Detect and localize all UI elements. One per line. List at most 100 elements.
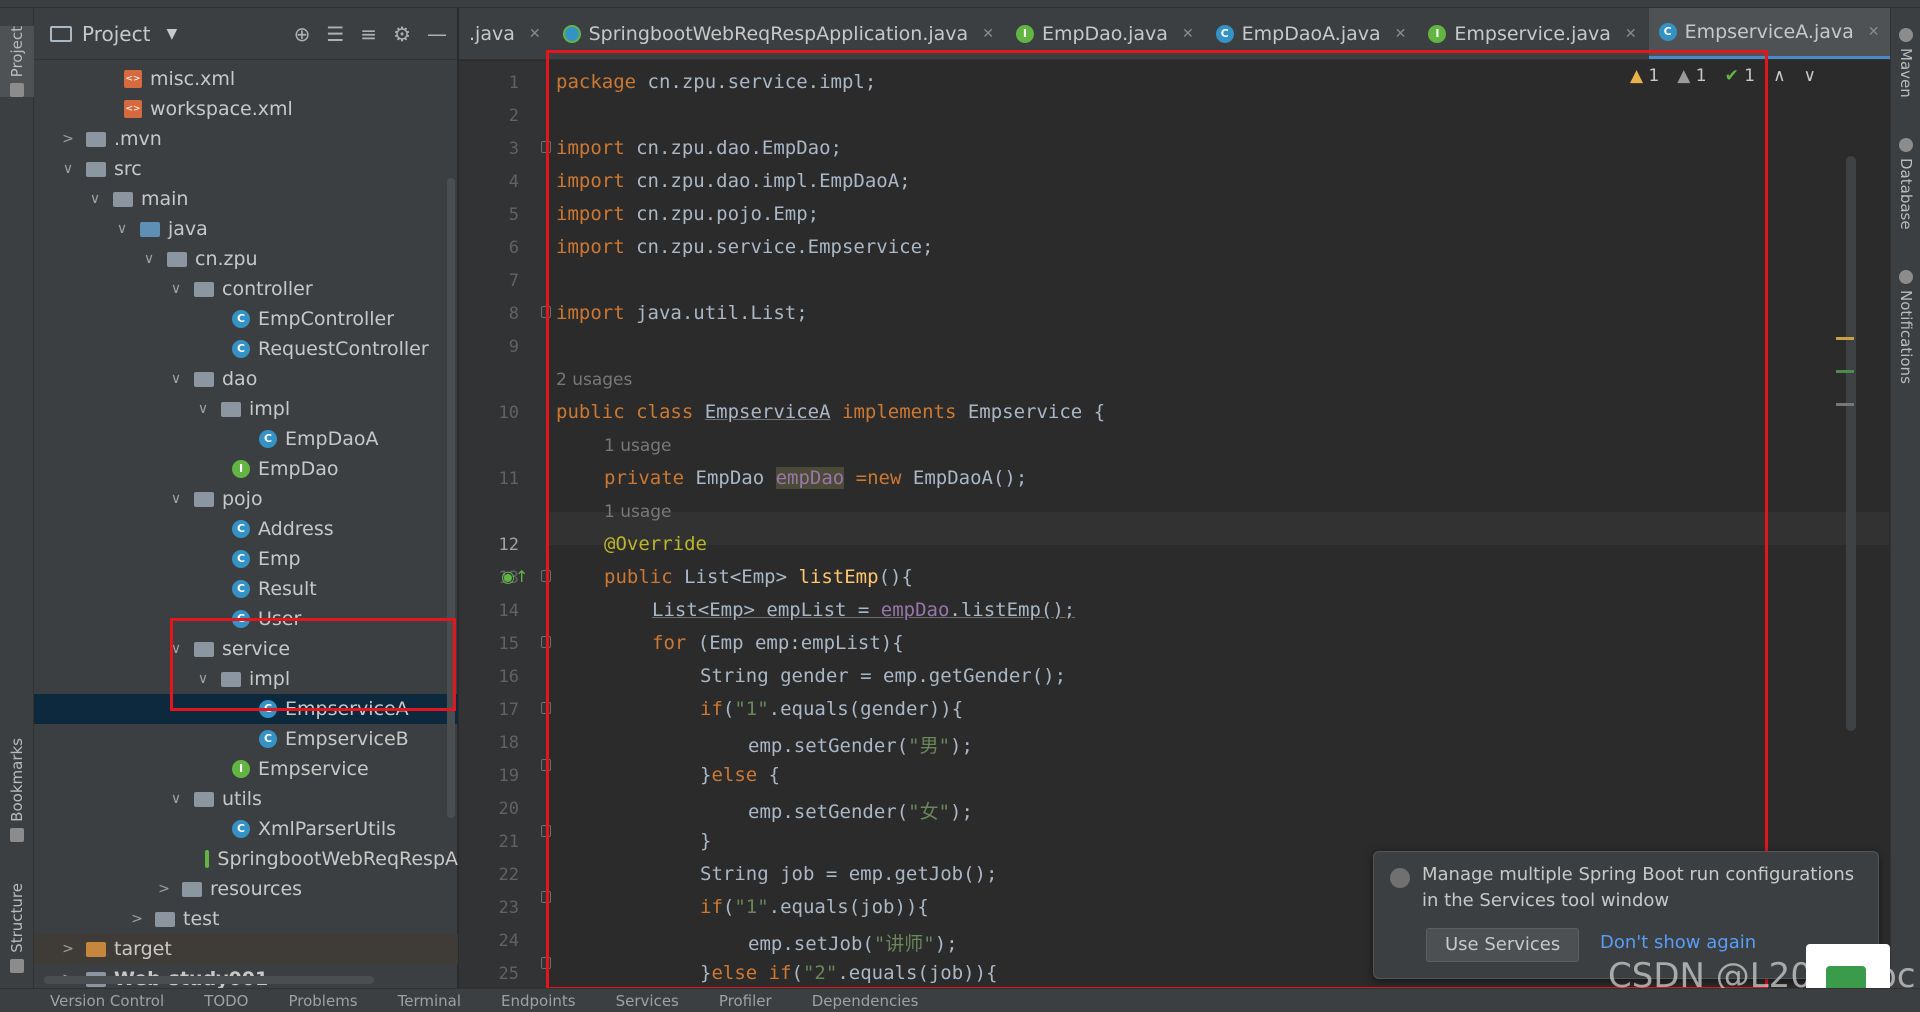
dont-show-again-link[interactable]: Don't show again (1600, 932, 1756, 953)
tree-item-address[interactable]: C Address (34, 514, 458, 544)
tree-item-target[interactable]: > target (34, 934, 458, 964)
tree-item-springboot-application[interactable]: SpringbootWebReqRespA (34, 844, 458, 874)
chevron-right-icon[interactable]: > (58, 941, 78, 957)
collapse-all-icon[interactable]: ≡ (360, 22, 377, 46)
close-icon[interactable]: ✕ (529, 26, 541, 42)
locate-file-icon[interactable]: ⊕ (294, 22, 311, 46)
fold-icon[interactable] (541, 702, 551, 714)
tree-item-dao-impl[interactable]: ∨ impl (34, 394, 458, 424)
tree-item-empserviceb[interactable]: C EmpserviceB (34, 724, 458, 754)
chevron-down-icon[interactable]: ∨ (193, 671, 213, 687)
tree-item-dao[interactable]: ∨ dao (34, 364, 458, 394)
chevron-down-icon[interactable]: ∨ (193, 401, 213, 417)
chevron-down-icon[interactable]: ∨ (139, 251, 159, 267)
close-icon[interactable]: ✕ (982, 26, 994, 42)
chevron-down-icon[interactable]: ∨ (58, 161, 78, 177)
tree-item-service[interactable]: ∨ service (34, 634, 458, 664)
tree-item-cn-zpu[interactable]: ∨ cn.zpu (34, 244, 458, 274)
tab-springboot-application[interactable]: SpringbootWebReqRespApplication.java ✕ (553, 8, 1006, 59)
chevron-down-icon[interactable]: ∨ (166, 491, 186, 507)
tree-item-empcontroller[interactable]: C EmpController (34, 304, 458, 334)
database-tool-tab[interactable]: Database (1891, 138, 1920, 230)
tree-item-result[interactable]: C Result (34, 574, 458, 604)
chevron-right-icon[interactable]: > (127, 911, 147, 927)
tab-partial-java[interactable]: .java ✕ (459, 8, 553, 59)
services-tab[interactable]: Services (616, 992, 679, 1010)
fold-icon[interactable] (541, 825, 551, 837)
todo-tab[interactable]: TODO (204, 992, 248, 1010)
chevron-down-icon[interactable]: ∨ (85, 191, 105, 207)
chevron-right-icon[interactable]: > (58, 131, 78, 147)
fold-icon[interactable] (541, 759, 551, 771)
previous-highlight-icon[interactable]: ∧ (1773, 66, 1785, 86)
expand-all-icon[interactable]: ☰ (326, 22, 344, 46)
usages-hint[interactable]: 2 usages (556, 370, 632, 390)
usages-hint[interactable]: 1 usage (604, 436, 672, 456)
error-stripe-mark[interactable] (1836, 337, 1854, 340)
gear-icon[interactable]: ⚙ (393, 22, 411, 46)
tree-item-java[interactable]: ∨ java (34, 214, 458, 244)
chevron-down-icon[interactable]: ∨ (166, 371, 186, 387)
tree-item-emp[interactable]: C Emp (34, 544, 458, 574)
tree-item-empservicea[interactable]: C EmpserviceA (34, 694, 458, 724)
version-control-tab[interactable]: Version Control (50, 992, 164, 1010)
code-editor[interactable]: 1 2 3 4 5 6 7 8 9 10 11 12 13 14 15 16 1… (459, 61, 1890, 988)
error-stripe-mark[interactable] (1836, 370, 1854, 373)
maven-tool-tab[interactable]: Maven (1891, 28, 1920, 98)
tree-horizontal-scrollbar[interactable] (44, 976, 374, 984)
tree-item-user[interactable]: C User (34, 604, 458, 634)
tree-item-mvn[interactable]: > .mvn (34, 124, 458, 154)
profiler-tab[interactable]: Profiler (719, 992, 772, 1010)
chevron-down-icon[interactable]: ∨ (112, 221, 132, 237)
tree-item-empdao[interactable]: I EmpDao (34, 454, 458, 484)
tab-empservicea[interactable]: C EmpserviceA.java ✕ (1648, 8, 1892, 59)
fold-icon[interactable] (541, 570, 551, 582)
hide-panel-icon[interactable]: — (427, 22, 447, 46)
tree-item-pojo[interactable]: ∨ pojo (34, 484, 458, 514)
implements-method-icon[interactable]: ◉↑ (501, 567, 528, 586)
editor-vertical-scrollbar[interactable] (1846, 156, 1856, 731)
fold-icon[interactable] (541, 306, 551, 318)
tree-item-utils[interactable]: ∨ utils (34, 784, 458, 814)
tree-item-src[interactable]: ∨ src (34, 154, 458, 184)
usages-hint[interactable]: 1 usage (604, 502, 672, 522)
bookmarks-tool-tab[interactable]: Bookmarks (0, 738, 34, 842)
structure-tool-tab[interactable]: Structure (0, 883, 34, 973)
next-highlight-icon[interactable]: ∨ (1804, 66, 1816, 86)
dependencies-tab[interactable]: Dependencies (812, 992, 919, 1010)
inspection-widget[interactable]: ▲ 1 ▲ 1 ✔ 1 ∧ ∨ (1630, 66, 1816, 86)
tree-item-empdaoa[interactable]: C EmpDaoA (34, 424, 458, 454)
endpoints-tab[interactable]: Endpoints (501, 992, 576, 1010)
tab-empdaoa[interactable]: C EmpDaoA.java ✕ (1206, 8, 1419, 59)
chevron-down-icon[interactable]: ∨ (166, 641, 186, 657)
error-stripe-mark[interactable] (1836, 403, 1854, 406)
tree-item-xmlparserutils[interactable]: C XmlParserUtils (34, 814, 458, 844)
tree-item-controller[interactable]: ∨ controller (34, 274, 458, 304)
project-tool-tab[interactable]: Project (0, 26, 34, 98)
chevron-down-icon[interactable]: ▼ (166, 26, 177, 42)
tree-item-resources[interactable]: > resources (34, 874, 458, 904)
tree-item-empservice[interactable]: I Empservice (34, 754, 458, 784)
tree-item-service-impl[interactable]: ∨ impl (34, 664, 458, 694)
chevron-right-icon[interactable]: > (154, 881, 174, 897)
project-view-selector[interactable]: Project (82, 22, 150, 46)
close-icon[interactable]: ✕ (1625, 26, 1637, 42)
fold-icon[interactable] (541, 636, 551, 648)
tree-vertical-scrollbar[interactable] (447, 178, 455, 818)
tree-item-misc-xml[interactable]: <> misc.xml (34, 64, 458, 94)
chevron-down-icon[interactable]: ∨ (166, 791, 186, 807)
tree-item-test[interactable]: > test (34, 904, 458, 934)
terminal-tab[interactable]: Terminal (398, 992, 461, 1010)
close-icon[interactable]: ✕ (1868, 24, 1880, 40)
fold-icon[interactable] (541, 141, 551, 153)
notifications-tool-tab[interactable]: Notifications (1891, 270, 1920, 384)
problems-tab[interactable]: Problems (288, 992, 357, 1010)
close-icon[interactable]: ✕ (1395, 26, 1407, 42)
fold-icon[interactable] (541, 891, 551, 903)
use-services-button[interactable]: Use Services (1426, 928, 1580, 962)
chevron-down-icon[interactable]: ∨ (166, 281, 186, 297)
tab-empservice[interactable]: I Empservice.java ✕ (1418, 8, 1648, 59)
tree-item-requestcontroller[interactable]: C RequestController (34, 334, 458, 364)
fold-icon[interactable] (541, 957, 551, 969)
tab-empdao[interactable]: I EmpDao.java ✕ (1006, 8, 1206, 59)
